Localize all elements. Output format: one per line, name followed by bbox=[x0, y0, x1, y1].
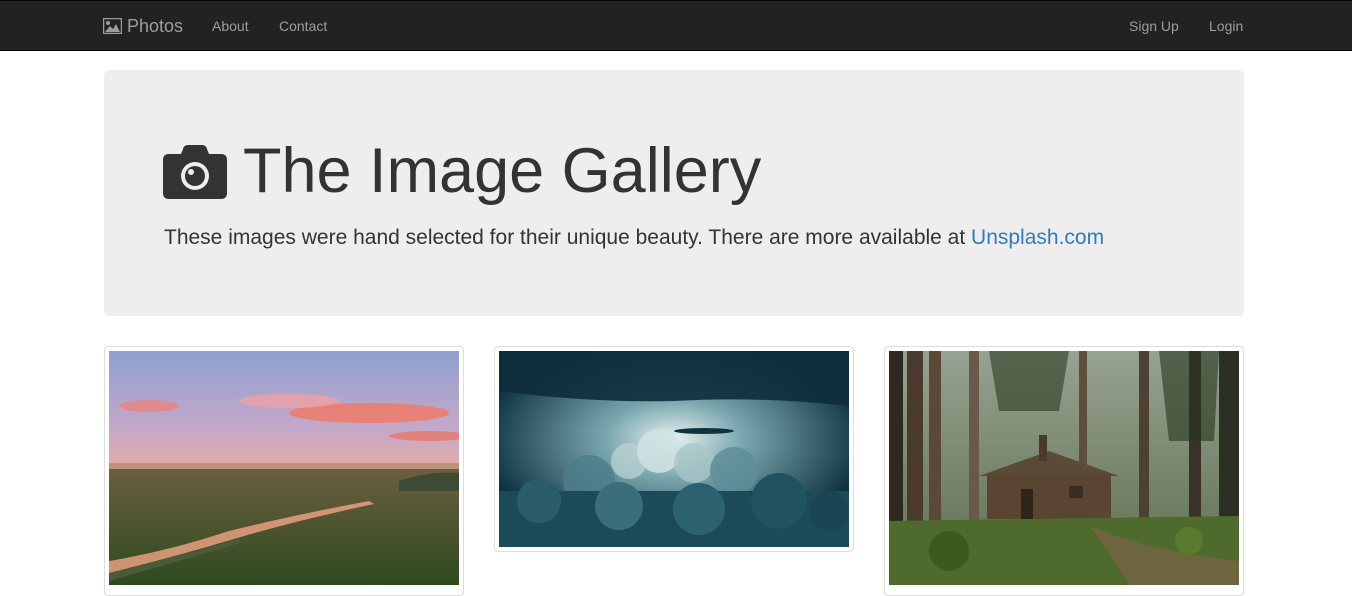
camera-icon bbox=[163, 144, 227, 199]
nav-contact-link[interactable]: Contact bbox=[279, 1, 327, 51]
jumbotron-description: These images were hand selected for thei… bbox=[164, 226, 1104, 250]
forest-cabin-photo bbox=[889, 351, 1239, 585]
jumbotron: The Image Gallery These images were hand… bbox=[104, 70, 1244, 316]
thumbnail-sunset[interactable] bbox=[104, 346, 464, 596]
brand-link[interactable]: Photos bbox=[103, 1, 183, 51]
sunset-meadow-photo bbox=[109, 351, 459, 585]
page-title-text: The Image Gallery bbox=[243, 136, 762, 206]
thumbnail-clouds[interactable] bbox=[494, 346, 854, 552]
top-navbar: Photos About Contact Sign Up Login bbox=[0, 0, 1352, 51]
storm-clouds-photo bbox=[499, 351, 849, 547]
nav-login-link[interactable]: Login bbox=[1209, 1, 1243, 51]
brand-label: Photos bbox=[127, 15, 184, 36]
unsplash-link[interactable]: Unsplash.com bbox=[971, 226, 1104, 249]
page-title: The Image Gallery bbox=[163, 140, 761, 203]
nav-signup-link[interactable]: Sign Up bbox=[1129, 1, 1179, 51]
jumbotron-text: These images were hand selected for thei… bbox=[164, 226, 972, 249]
thumbnail-cabin[interactable] bbox=[884, 346, 1244, 596]
nav-about-link[interactable]: About bbox=[212, 1, 249, 51]
picture-icon bbox=[103, 18, 122, 34]
